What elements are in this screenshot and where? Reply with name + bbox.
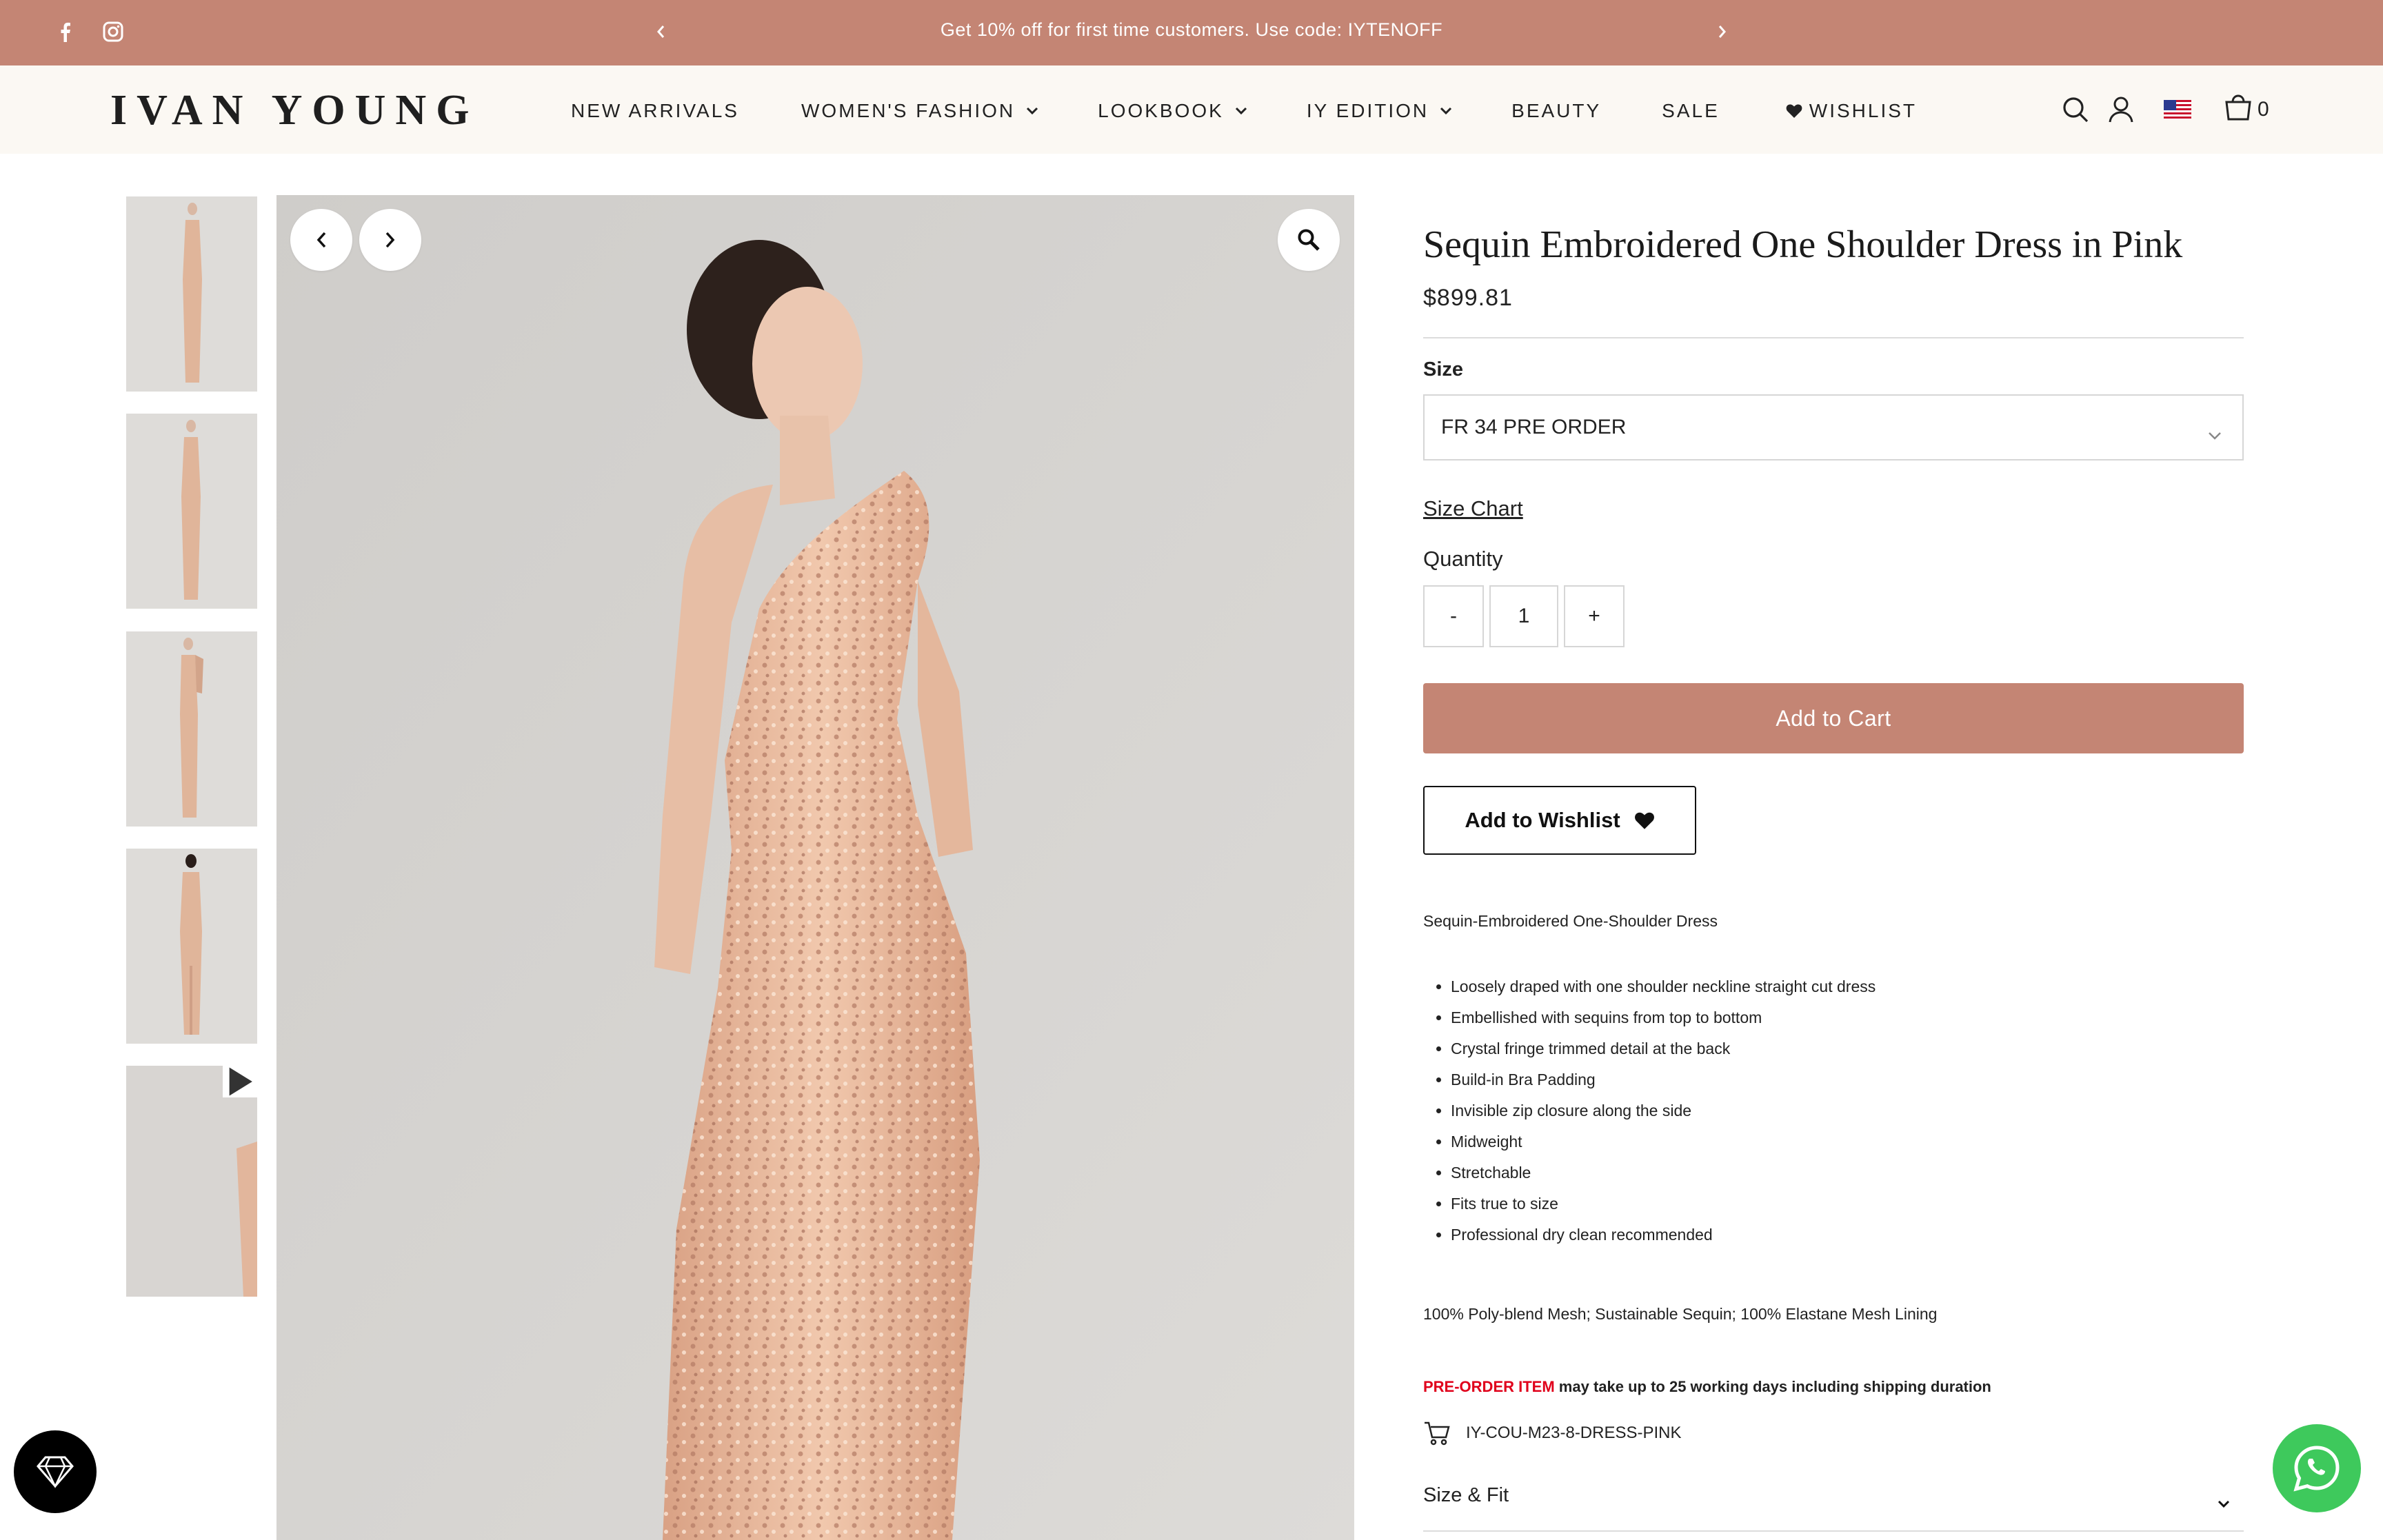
zoom-button[interactable] — [1278, 209, 1340, 271]
quantity-input[interactable]: 1 — [1489, 585, 1558, 647]
nav-womens-fashion[interactable]: WOMEN'S FASHION — [801, 100, 1038, 122]
nav-beauty[interactable]: BEAUTY — [1511, 100, 1601, 122]
nav-new-arrivals[interactable]: NEW ARRIVALS — [571, 100, 739, 122]
loyalty-widget-button[interactable] — [14, 1430, 97, 1513]
cart-bag-icon[interactable] — [2222, 90, 2255, 123]
add-to-wishlist-button[interactable]: Add to Wishlist — [1423, 786, 1696, 855]
size-fit-accordion[interactable]: Size & Fit — [1423, 1484, 2244, 1508]
quantity-decrease-button[interactable]: - — [1423, 585, 1484, 647]
size-select[interactable]: FR 34 PRE ORDER — [1423, 394, 2244, 460]
diamond-icon — [37, 1456, 74, 1488]
nav-label: WISHLIST — [1809, 100, 1918, 121]
search-icon[interactable] — [2059, 93, 2092, 126]
product-price: $899.81 — [1423, 285, 1513, 311]
chevron-down-icon — [1440, 107, 1452, 115]
dress-thumbnail-image — [126, 849, 257, 1044]
quantity-label: Quantity — [1423, 547, 1503, 571]
feature-item: Loosely draped with one shoulder necklin… — [1451, 973, 1876, 1004]
gallery-thumbnail-1[interactable] — [126, 196, 257, 392]
magnifier-icon — [1298, 229, 1320, 251]
dress-model-photo — [276, 195, 1354, 1540]
divider — [1423, 337, 2244, 338]
gallery-thumbnail-3[interactable] — [126, 631, 257, 827]
preorder-text: may take up to 25 working days including… — [1554, 1378, 1991, 1395]
description-intro: Sequin-Embroidered One-Shoulder Dress — [1423, 912, 1718, 930]
product-title: Sequin Embroidered One Shoulder Dress in… — [1423, 223, 2183, 266]
announcement-next-button[interactable] — [1709, 18, 1736, 45]
feature-item: Stretchable — [1451, 1159, 1876, 1190]
material-composition: 100% Poly-blend Mesh; Sustainable Sequin… — [1423, 1305, 1938, 1323]
chevron-right-icon — [1718, 26, 1726, 38]
feature-item: Crystal fringe trimmed detail at the bac… — [1451, 1035, 1876, 1066]
nav-label: WOMEN'S FASHION — [801, 100, 1016, 121]
whatsapp-icon — [2293, 1446, 2340, 1492]
gallery-thumbnail-4[interactable] — [126, 849, 257, 1044]
nav-iy-edition[interactable]: IY EDITION — [1307, 100, 1452, 122]
facebook-icon[interactable] — [51, 18, 79, 45]
chevron-down-icon — [1235, 107, 1247, 115]
gallery-thumbnail-video[interactable] — [126, 1066, 257, 1297]
sku-value: IY-COU-M23-8-DRESS-PINK — [1466, 1424, 1682, 1442]
nav-sale[interactable]: SALE — [1662, 100, 1720, 122]
site-header: IVAN YOUNG NEW ARRIVALS WOMEN'S FASHION … — [0, 65, 2383, 154]
size-chart-link[interactable]: Size Chart — [1423, 496, 1523, 521]
nav-label: BEAUTY — [1511, 100, 1602, 121]
quantity-increase-button[interactable]: + — [1564, 585, 1625, 647]
chevron-left-icon — [657, 26, 665, 38]
image-next-button[interactable] — [359, 209, 421, 271]
nav-label: IY EDITION — [1306, 100, 1429, 121]
main-product-image — [276, 195, 1354, 1540]
feature-item: Build-in Bra Padding — [1451, 1066, 1876, 1097]
chevron-down-icon — [2208, 422, 2222, 445]
add-to-cart-label: Add to Cart — [1776, 705, 1891, 731]
sku-row: IY-COU-M23-8-DRESS-PINK — [1423, 1421, 1682, 1446]
dress-thumbnail-image — [126, 196, 257, 392]
add-to-cart-button[interactable]: Add to Cart — [1423, 683, 2244, 753]
play-icon — [223, 1066, 257, 1097]
image-prev-button[interactable] — [290, 209, 352, 271]
announcement-prev-button[interactable] — [647, 18, 674, 45]
announcement-message: Get 10% off for first time customers. Us… — [940, 19, 1443, 40]
nav-label: NEW ARRIVALS — [571, 100, 739, 121]
us-flag-icon[interactable] — [2161, 93, 2194, 126]
feature-item: Embellished with sequins from top to bot… — [1451, 1004, 1876, 1035]
brand-logo[interactable]: IVAN YOUNG — [110, 86, 479, 135]
feature-item: Professional dry clean recommended — [1451, 1221, 1876, 1252]
feature-item: Midweight — [1451, 1128, 1876, 1159]
announcement-bar: Get 10% off for first time customers. Us… — [0, 0, 2383, 65]
feature-item: Invisible zip closure along the side — [1451, 1097, 1876, 1128]
size-selected-value: FR 34 PRE ORDER — [1441, 416, 1627, 438]
main-nav: NEW ARRIVALS WOMEN'S FASHION LOOKBOOK IY… — [571, 100, 1917, 122]
dress-thumbnail-image — [126, 414, 257, 609]
nav-label: SALE — [1662, 100, 1720, 121]
whatsapp-chat-button[interactable] — [2273, 1424, 2361, 1512]
video-thumbnail-image — [126, 1066, 257, 1297]
chevron-down-icon — [2218, 1491, 2230, 1514]
instagram-icon[interactable] — [99, 18, 127, 45]
dress-thumbnail-image — [126, 631, 257, 827]
chevron-left-icon — [316, 232, 326, 248]
heart-icon — [1634, 811, 1655, 830]
heart-icon — [1786, 103, 1802, 119]
nav-label: LOOKBOOK — [1098, 100, 1224, 121]
feature-list: Loosely draped with one shoulder necklin… — [1451, 973, 1876, 1252]
social-links — [51, 18, 127, 45]
chevron-right-icon — [385, 232, 395, 248]
nav-lookbook[interactable]: LOOKBOOK — [1098, 100, 1247, 122]
cart-count[interactable]: 0 — [2258, 98, 2269, 121]
account-icon[interactable] — [2104, 93, 2138, 126]
nav-wishlist[interactable]: WISHLIST — [1786, 100, 1917, 122]
divider — [1423, 1530, 2244, 1532]
cart-icon — [1423, 1421, 1451, 1446]
size-fit-label: Size & Fit — [1423, 1484, 1509, 1506]
gallery-thumbnail-2[interactable] — [126, 414, 257, 609]
preorder-notice: PRE-ORDER ITEM may take up to 25 working… — [1423, 1378, 1991, 1396]
feature-item: Fits true to size — [1451, 1190, 1876, 1221]
add-to-wishlist-label: Add to Wishlist — [1465, 808, 1620, 832]
chevron-down-icon — [1026, 107, 1038, 115]
preorder-tag: PRE-ORDER ITEM — [1423, 1378, 1555, 1395]
size-label: Size — [1423, 358, 1464, 381]
